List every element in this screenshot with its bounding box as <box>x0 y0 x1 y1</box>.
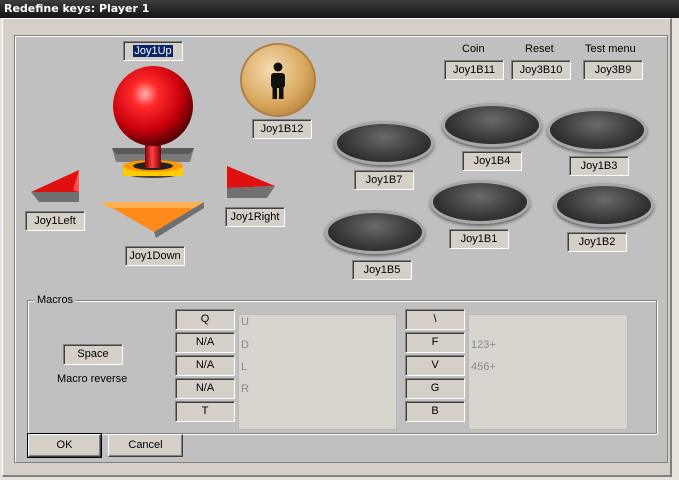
left-arrow-icon[interactable] <box>29 168 81 208</box>
player-button-field[interactable]: Joy1B12 <box>252 119 312 139</box>
macro-hint-123: 123+ <box>471 339 496 351</box>
button-1-icon[interactable] <box>430 180 530 224</box>
macro-left-key[interactable]: N/A <box>175 378 235 399</box>
macro-left-key[interactable]: T <box>175 401 235 422</box>
macro-hint-456: 456+ <box>471 361 496 373</box>
reset-field[interactable]: Joy3B10 <box>511 60 571 80</box>
macro-left-key[interactable]: Q <box>175 309 235 330</box>
button-2-field[interactable]: Joy1B2 <box>567 232 627 252</box>
button-3-icon[interactable] <box>547 108 647 152</box>
macro-hint-left: L <box>241 361 248 373</box>
window-title: Redefine keys: Player 1 <box>4 2 150 15</box>
right-arrow-icon[interactable] <box>225 164 277 204</box>
button-7-icon[interactable] <box>334 121 434 165</box>
person-icon <box>271 62 285 99</box>
joy-left-field[interactable]: Joy1Left <box>25 211 85 231</box>
window-titlebar[interactable]: Redefine keys: Player 1 <box>0 0 679 18</box>
down-arrow-icon[interactable] <box>98 200 208 240</box>
ok-button[interactable]: OK <box>27 433 102 458</box>
test-menu-field[interactable]: Joy3B9 <box>583 60 643 80</box>
reset-label: Reset <box>525 43 554 55</box>
test-menu-label: Test menu <box>585 43 636 55</box>
macro-reverse-label: Macro reverse <box>57 373 128 385</box>
macro-key-field[interactable]: Space <box>63 344 123 365</box>
coin-label: Coin <box>462 43 485 55</box>
button-3-field[interactable]: Joy1B3 <box>569 156 629 176</box>
cancel-button[interactable]: Cancel <box>108 434 183 457</box>
macro-right-key[interactable]: V <box>405 355 465 376</box>
macro-left-sequence[interactable] <box>238 314 397 430</box>
button-5-icon[interactable] <box>325 210 425 254</box>
button-4-icon[interactable] <box>442 103 542 147</box>
joy-right-field[interactable]: Joy1Right <box>225 207 285 227</box>
macro-right-key[interactable]: F <box>405 332 465 353</box>
button-2-icon[interactable] <box>554 183 654 227</box>
button-1-field[interactable]: Joy1B1 <box>449 229 509 249</box>
button-5-field[interactable]: Joy1B5 <box>352 260 412 280</box>
macro-hint-up: U <box>241 316 249 328</box>
button-4-field[interactable]: Joy1B4 <box>462 151 522 171</box>
macro-hint-right: R <box>241 383 249 395</box>
macro-right-key[interactable]: G <box>405 378 465 399</box>
player-button-icon[interactable] <box>240 43 316 117</box>
coin-field[interactable]: Joy1B11 <box>444 60 504 80</box>
joy-down-field[interactable]: Joy1Down <box>125 246 185 266</box>
macro-left-key[interactable]: N/A <box>175 355 235 376</box>
macro-right-key[interactable]: B <box>405 401 465 422</box>
macros-title: Macros <box>34 294 77 306</box>
joystick-icon <box>112 66 194 178</box>
macro-right-key[interactable]: \ <box>405 309 465 330</box>
joy-up-field[interactable]: Joy1Up <box>123 41 183 61</box>
macro-left-key[interactable]: N/A <box>175 332 235 353</box>
macro-hint-down: D <box>241 339 249 351</box>
button-7-field[interactable]: Joy1B7 <box>354 170 414 190</box>
